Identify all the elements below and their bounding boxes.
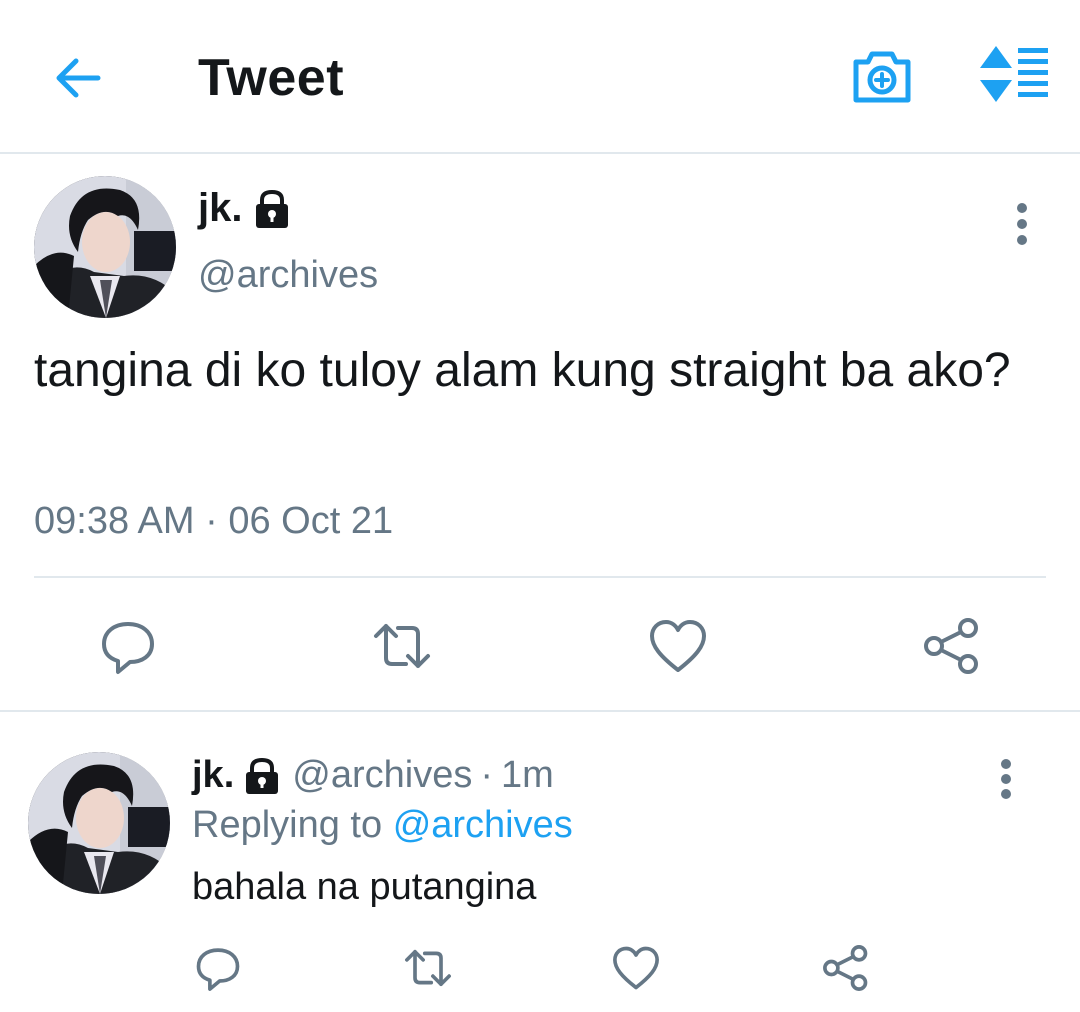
page-title: Tweet	[198, 49, 345, 107]
author-handle[interactable]: @archives	[292, 754, 472, 797]
author-handle[interactable]: @archives	[198, 254, 378, 297]
lock-icon	[246, 757, 279, 794]
tweet-timestamp: 09:38 AM · 06 Oct 21	[34, 500, 394, 542]
like-icon[interactable]	[610, 942, 662, 994]
reply-icon[interactable]	[192, 942, 244, 994]
more-options-icon[interactable]	[990, 756, 1022, 802]
lock-icon	[256, 189, 289, 228]
sort-timeline-icon[interactable]	[974, 44, 1050, 104]
author-row: jk.	[198, 186, 292, 231]
share-icon[interactable]	[920, 614, 984, 678]
divider	[34, 576, 1046, 578]
top-bar: Tweet	[0, 0, 1080, 154]
more-options-icon[interactable]	[1006, 200, 1038, 248]
avatar[interactable]	[34, 176, 176, 318]
author-name[interactable]: jk.	[192, 754, 234, 797]
retweet-icon[interactable]	[402, 942, 454, 994]
reply-text: bahala na putangina	[192, 866, 537, 908]
camera-plus-icon[interactable]	[850, 44, 914, 106]
replying-to-link[interactable]: @archives	[393, 804, 573, 846]
reply-icon[interactable]	[96, 614, 160, 678]
tweet-text: tangina di ko tuloy alam kung straight b…	[34, 344, 1011, 397]
retweet-icon[interactable]	[370, 614, 434, 678]
author-name[interactable]: jk.	[198, 186, 242, 231]
back-arrow-icon[interactable]	[50, 50, 106, 106]
reply-time: 1m	[500, 754, 554, 796]
like-icon[interactable]	[646, 614, 710, 678]
replying-to: Replying to @archives	[192, 804, 573, 847]
replying-prefix: Replying to	[192, 804, 383, 846]
divider	[0, 710, 1080, 712]
reply-author-row: jk. @archives · 1m	[192, 754, 554, 797]
separator-dot: ·	[480, 754, 493, 796]
avatar[interactable]	[28, 752, 170, 894]
share-icon[interactable]	[820, 942, 872, 994]
